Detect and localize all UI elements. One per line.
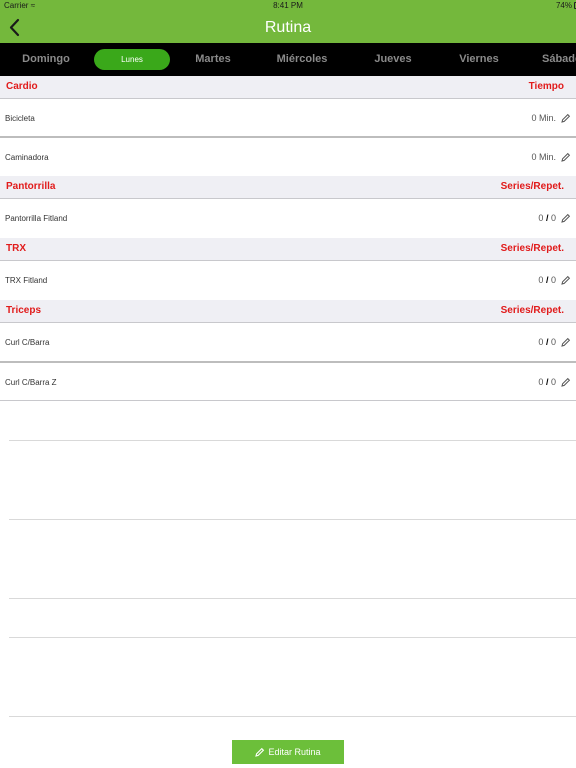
- exercise-row[interactable]: TRX Fitland 0 / 0: [0, 261, 576, 300]
- day-tabs: Domingo Lunes Martes Miércoles Jueves Vi…: [0, 43, 576, 76]
- battery-percent: 74%: [555, 1, 572, 10]
- series-count: 0: [538, 377, 544, 387]
- series-reps-separator: /: [545, 213, 549, 223]
- section-column-label: Series/Repet.: [500, 305, 564, 316]
- tab-lunes[interactable]: Lunes: [94, 49, 170, 70]
- series-reps-separator: /: [545, 377, 549, 387]
- row-divider: [0, 400, 576, 401]
- pencil-icon[interactable]: [561, 152, 571, 162]
- exercise-series-reps: 0 / 0: [538, 275, 556, 285]
- exercise-name: Curl C/Barra: [5, 338, 50, 347]
- tab-sabado[interactable]: Sábado: [542, 43, 576, 76]
- exercise-name: Bicicleta: [5, 114, 35, 123]
- section-title: Cardio: [6, 81, 38, 92]
- section-column-label: Series/Repet.: [500, 181, 564, 192]
- navigation-bar: Rutina: [0, 12, 576, 43]
- pencil-icon[interactable]: [561, 337, 571, 347]
- exercise-series-reps: 0 / 0: [538, 213, 556, 223]
- exercise-name: Curl C/Barra Z: [5, 378, 57, 387]
- tab-martes[interactable]: Martes: [180, 43, 246, 76]
- section-title: TRX: [6, 243, 26, 254]
- exercise-row[interactable]: Bicicleta 0 Min.: [0, 99, 576, 136]
- status-time: 8:41 PM: [273, 1, 303, 10]
- series-reps-separator: /: [545, 337, 549, 347]
- series-count: 0: [538, 213, 544, 223]
- reps-count: 0: [550, 377, 556, 387]
- exercise-series-reps: 0 / 0: [538, 377, 556, 387]
- page-title: Rutina: [264, 19, 312, 36]
- exercise-row[interactable]: Caminadora 0 Min.: [0, 138, 576, 176]
- exercise-series-reps: 0 / 0: [538, 337, 556, 347]
- pencil-icon: [255, 747, 265, 757]
- exercise-name: Caminadora: [5, 153, 49, 162]
- exercise-row[interactable]: Curl C/Barra 0 / 0: [0, 323, 576, 361]
- exercise-name: TRX Fitland: [5, 276, 48, 285]
- empty-row-divider: [9, 519, 576, 520]
- tab-jueves[interactable]: Jueves: [360, 43, 426, 76]
- exercise-time: 0 Min.: [531, 113, 556, 123]
- section-header-cardio: Cardio Tiempo: [0, 76, 576, 99]
- edit-routine-label: Editar Rutina: [268, 747, 321, 757]
- empty-row-divider: [9, 440, 576, 441]
- exercise-row[interactable]: Pantorrilla Fitland 0 / 0: [0, 199, 576, 238]
- empty-row-divider: [9, 716, 576, 717]
- exercise-row[interactable]: Curl C/Barra Z 0 / 0: [0, 363, 576, 401]
- section-header-trx: TRX Series/Repet.: [0, 238, 576, 261]
- section-column-label: Tiempo: [528, 81, 564, 92]
- section-title: Pantorrilla: [6, 181, 56, 192]
- empty-row-divider: [9, 637, 576, 638]
- reps-count: 0: [550, 337, 556, 347]
- tab-domingo[interactable]: Domingo: [12, 43, 80, 76]
- reps-count: 0: [550, 275, 556, 285]
- pencil-icon[interactable]: [561, 377, 571, 387]
- section-header-triceps: Triceps Series/Repet.: [0, 300, 576, 323]
- series-count: 0: [538, 275, 544, 285]
- reps-count: 0: [550, 213, 556, 223]
- section-title: Triceps: [6, 305, 42, 316]
- empty-row-divider: [9, 598, 576, 599]
- tab-miercoles[interactable]: Miércoles: [266, 43, 338, 76]
- edit-routine-button[interactable]: Editar Rutina: [232, 740, 344, 764]
- status-bar: Carrier ≈ 8:41 PM 74%: [0, 0, 576, 12]
- tab-viernes[interactable]: Viernes: [446, 43, 512, 76]
- exercise-time: 0 Min.: [531, 152, 556, 162]
- section-header-pantorrilla: Pantorrilla Series/Repet.: [0, 176, 576, 199]
- series-reps-separator: /: [545, 275, 549, 285]
- pencil-icon[interactable]: [561, 213, 571, 223]
- pencil-icon[interactable]: [561, 275, 571, 285]
- pencil-icon[interactable]: [561, 113, 571, 123]
- exercise-name: Pantorrilla Fitland: [5, 214, 68, 223]
- section-column-label: Series/Repet.: [500, 243, 564, 254]
- series-count: 0: [538, 337, 544, 347]
- battery-indicator: 74%: [555, 1, 576, 10]
